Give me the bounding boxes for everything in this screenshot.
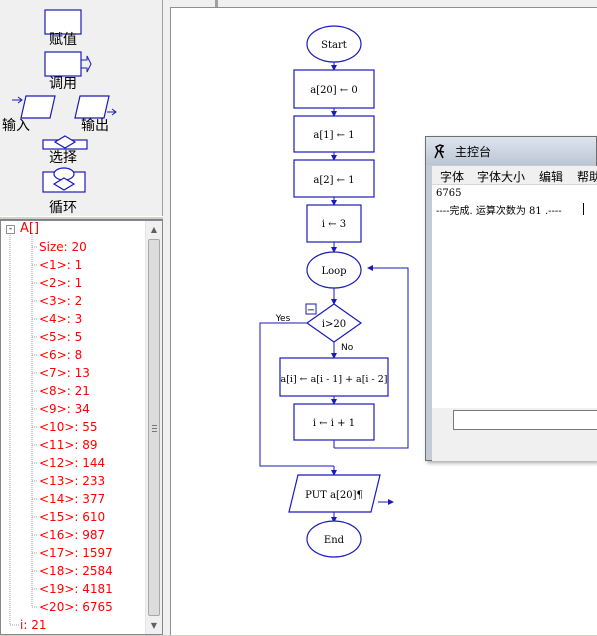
tree-item[interactable]: <17>: 1597	[39, 546, 113, 560]
body-label-1: a[i] ← a[i - 1] + a[i - 2]	[281, 374, 388, 385]
output-line-2: ----完成. 运算次数为 81 .----	[436, 206, 562, 217]
tree-item[interactable]: <6>: 8	[39, 348, 82, 362]
tree-item[interactable]: <19>: 4181	[39, 582, 113, 596]
body-label-2: i ← i + 1	[313, 418, 355, 429]
scroll-down-icon[interactable]: ▼	[146, 617, 162, 634]
tool-input[interactable]: 输入	[0, 94, 60, 134]
scroll-up-icon[interactable]: ▲	[146, 221, 162, 238]
loop-label: Loop	[321, 266, 346, 277]
tree-item[interactable]: <10>: 55	[39, 420, 98, 434]
tool-loop[interactable]: 循环	[3, 166, 123, 216]
tree-connector-lines	[9, 235, 38, 626]
tree-collapse-toggle[interactable]: -	[6, 225, 15, 234]
start-label: Start	[321, 40, 347, 51]
loop-shape-icon	[42, 167, 86, 193]
tree-item[interactable]: <1>: 1	[39, 258, 82, 272]
text-caret	[583, 203, 584, 215]
tool-assign[interactable]: 赋值	[3, 8, 123, 48]
collapse-glyph: −	[307, 305, 315, 316]
variable-tree: - A[] Size: 20 <1>: 1 <2>: 1 <3>: 2 <4>: 3 <5…	[0, 220, 163, 635]
tool-input-label: 输入	[2, 118, 30, 134]
yes-label: Yes	[275, 314, 291, 324]
menu-edit[interactable]: 编辑	[539, 168, 563, 185]
app-window: 赋值 调用 输入 输出 选择 循环 - A[] Size: 20 <1>: 1 …	[0, 0, 597, 635]
tree-item[interactable]: <2>: 1	[39, 276, 82, 290]
menu-font-size[interactable]: 字体大小	[477, 168, 525, 185]
tree-item[interactable]: <8>: 21	[39, 384, 90, 398]
tool-loop-label: 循环	[49, 200, 77, 216]
console-titlebar[interactable]: 主控台	[426, 137, 596, 165]
tree-item-i[interactable]: i: 21	[20, 618, 46, 632]
scroll-thumb[interactable]	[148, 239, 160, 616]
tree-item[interactable]: <4>: 3	[39, 312, 82, 326]
shape-palette: 赋值 调用 输入 输出 选择 循环	[0, 0, 163, 216]
tree-item[interactable]: <3>: 2	[39, 294, 82, 308]
console-input-area	[432, 408, 597, 461]
tree-item[interactable]: <15>: 610	[39, 510, 105, 524]
step-label-3: a[2] ← 1	[313, 175, 354, 186]
grip-icon	[152, 425, 157, 432]
tree-item[interactable]: <11>: 89	[39, 438, 98, 452]
tool-output-label: 输出	[81, 118, 109, 134]
tree-root-label[interactable]: A[]	[20, 222, 39, 236]
tree-scrollbar[interactable]: ▲ ▼	[145, 221, 162, 634]
menu-help[interactable]: 帮助	[577, 168, 597, 185]
console-input[interactable]	[453, 410, 597, 430]
output-line-1: 6765	[436, 188, 462, 199]
console-window[interactable]: 主控台 字体 字体大小 编辑 帮助 6765 ----完成. 运算次数为 81 …	[425, 136, 597, 461]
tree-item[interactable]: <14>: 377	[39, 492, 105, 506]
step-label-1: a[20] ← 0	[310, 85, 358, 96]
tool-call[interactable]: 调用	[3, 51, 123, 92]
tool-select-label: 选择	[49, 150, 77, 166]
tree-item[interactable]: Size: 20	[39, 240, 87, 254]
tree-item[interactable]: <20>: 6765	[39, 600, 113, 614]
canvas-ruler-mark	[215, 0, 218, 7]
no-label: No	[341, 343, 354, 353]
console-output[interactable]: 6765 ----完成. 运算次数为 81 .----	[432, 184, 597, 408]
step-label-4: i ← 3	[322, 219, 346, 230]
console-title: 主控台	[455, 145, 492, 159]
tool-output[interactable]: 输出	[62, 94, 122, 134]
tree-item[interactable]: <18>: 2584	[39, 564, 113, 578]
tool-assign-label: 赋值	[49, 32, 77, 48]
dinosaur-icon	[434, 144, 445, 159]
console-menubar: 字体 字体大小 编辑 帮助	[432, 166, 597, 184]
tree-item[interactable]: <12>: 144	[39, 456, 105, 470]
step-label-2: a[1] ← 1	[313, 130, 354, 141]
tree-item[interactable]: <7>: 13	[39, 366, 90, 380]
tree-item[interactable]: <13>: 233	[39, 474, 105, 488]
tool-call-label: 调用	[49, 76, 77, 92]
end-label: End	[324, 535, 345, 546]
tree-item[interactable]: <5>: 5	[39, 330, 82, 344]
menu-font[interactable]: 字体	[440, 168, 464, 185]
output-label: PUT a[20]¶	[305, 490, 363, 501]
decision-label: i>20	[322, 319, 346, 330]
tree-item[interactable]: <16>: 987	[39, 528, 105, 542]
tree-body: - A[] Size: 20 <1>: 1 <2>: 1 <3>: 2 <4>: 3 <5…	[1, 221, 145, 634]
tree-item[interactable]: <9>: 34	[39, 402, 90, 416]
